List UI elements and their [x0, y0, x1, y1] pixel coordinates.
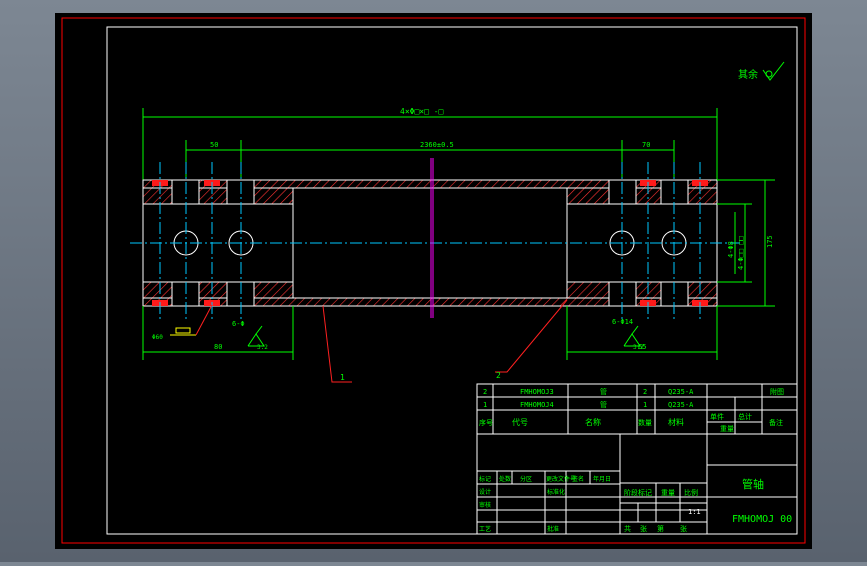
drawing-number: FMHOMOJ 00 [732, 514, 792, 525]
hdr-weight: 重量 [720, 425, 734, 433]
part2-code: FMHOMOJ3 [520, 388, 554, 396]
hdr-unit-weight: 单件 [710, 412, 724, 421]
cad-viewport[interactable]: 其余 4×Φ□×□ -□ 50 2360±0.5 70 4-Φ8 4-Φ□□ □… [0, 0, 867, 562]
left-flange-top [142, 187, 294, 205]
hdr-no: 序号 [479, 418, 493, 427]
right-flange-bottom [566, 281, 718, 299]
rev-mark: 标记 [479, 475, 491, 483]
part1-no: 1 [483, 401, 487, 409]
right-flange-top [566, 187, 718, 205]
dim-left-top: 50 [210, 141, 218, 149]
role-approve: 批准 [547, 525, 559, 533]
part2-no: 2 [483, 388, 487, 396]
role-review: 审核 [479, 501, 491, 509]
part2-qty: 2 [643, 388, 647, 396]
rev-sign: 签名 [572, 475, 584, 483]
part1-code: FMHOMOJ4 [520, 401, 554, 409]
dim-center: 2360±0.5 [420, 141, 454, 149]
rev-date: 年月日 [593, 475, 611, 483]
hdr-note: 备注 [769, 418, 783, 427]
part2-material: Q235-A [668, 388, 694, 396]
dim-left-bottom: 80 [214, 343, 222, 351]
rev-zone: 分区 [520, 475, 532, 483]
hdr-qty: 数量 [638, 418, 652, 427]
rough-left: 3.2 [257, 344, 268, 351]
part2-name: 管 [600, 387, 607, 396]
part1-material: Q235-A [668, 401, 694, 409]
tol-left: 6-Φ [232, 320, 245, 328]
dim-right-top: 70 [642, 141, 650, 149]
part1-name: 管 [600, 400, 607, 409]
stage-weight: 重量 [661, 489, 675, 497]
stage-sheet: 张 [640, 524, 647, 533]
stage-scale: 比例 [684, 488, 698, 497]
surface-note: 其余 [738, 68, 758, 81]
hdr-total-weight: 总计 [738, 412, 752, 421]
hdr-name: 名称 [585, 417, 601, 427]
part1-qty: 1 [643, 401, 647, 409]
rev-count: 处数 [499, 475, 511, 483]
rough-right: 3.2 [633, 344, 644, 351]
overall-dim-text: 4×Φ□×□ -□ [400, 107, 444, 116]
stage-mark: 阶段标记 [624, 488, 652, 497]
hdr-code: 代号 [512, 417, 528, 427]
dim-right-v2: 4-Φ□□ □□ [737, 236, 745, 270]
dim-right-v3: 175 [766, 235, 774, 248]
role-design: 设计 [479, 488, 491, 496]
stage-page: 第 [657, 524, 664, 533]
marker-left: Φ60 [152, 334, 163, 341]
part2-note: 附图 [770, 387, 784, 396]
drawing-canvas[interactable]: 其余 4×Φ□×□ -□ 50 2360±0.5 70 4-Φ8 4-Φ□□ □… [0, 0, 867, 562]
hdr-material: 材料 [668, 417, 684, 427]
leader-1: 1 [340, 373, 345, 382]
role-standard: 标准化 [547, 488, 565, 496]
stage-page2: 张 [680, 524, 687, 533]
leader-2: 2 [496, 371, 501, 380]
stage-scale-value: 1:1 [688, 508, 701, 516]
stage-sheets: 共 [624, 524, 631, 533]
tol-right: 6-Φ14 [612, 318, 633, 326]
drawing-title: 管轴 [742, 477, 764, 491]
left-flange-bottom [142, 281, 294, 299]
dim-right-v1: 4-Φ8 [727, 241, 735, 258]
role-process: 工艺 [479, 525, 491, 533]
